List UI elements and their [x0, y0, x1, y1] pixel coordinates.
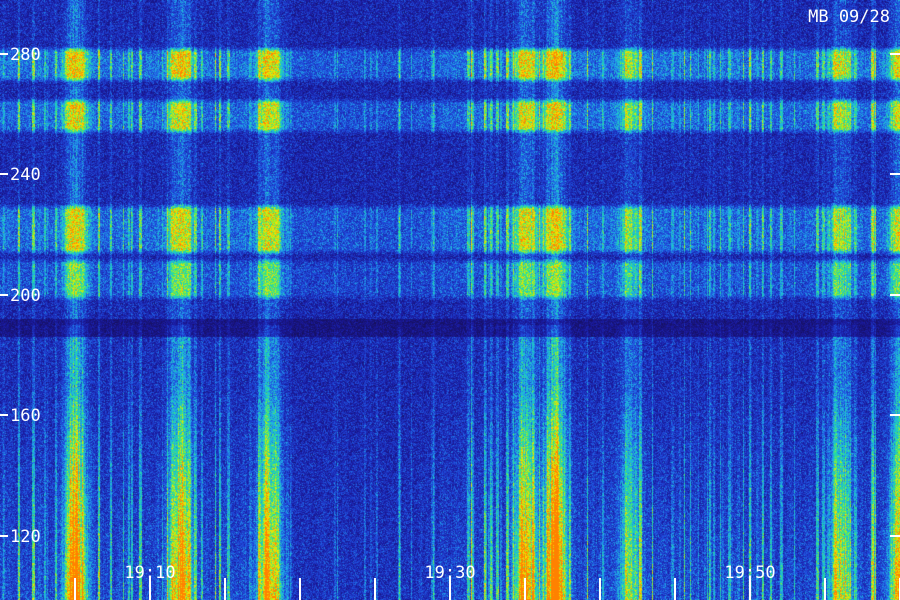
x-tick-label: 19:50	[724, 563, 775, 583]
y-tick-label: 200	[10, 286, 41, 306]
x-tick-label: 19:10	[124, 563, 175, 583]
x-axis-labels: 19:10 19:30 19:50	[124, 563, 775, 583]
y-tick-label: 120	[10, 527, 41, 547]
chart-title: MB 09/28	[808, 7, 890, 27]
chart-overlay: MB 09/28 120 160 200 240 280 19:10 19:30…	[0, 7, 900, 600]
y-tick-label: 160	[10, 406, 41, 426]
y-axis-left: 120 160 200 240 280	[0, 45, 41, 547]
y-tick-label: 240	[10, 165, 41, 185]
y-axis-right	[890, 53, 900, 537]
x-axis-ticks	[74, 578, 900, 600]
x-tick-label: 19:30	[424, 563, 475, 583]
y-tick-label: 280	[10, 45, 41, 65]
